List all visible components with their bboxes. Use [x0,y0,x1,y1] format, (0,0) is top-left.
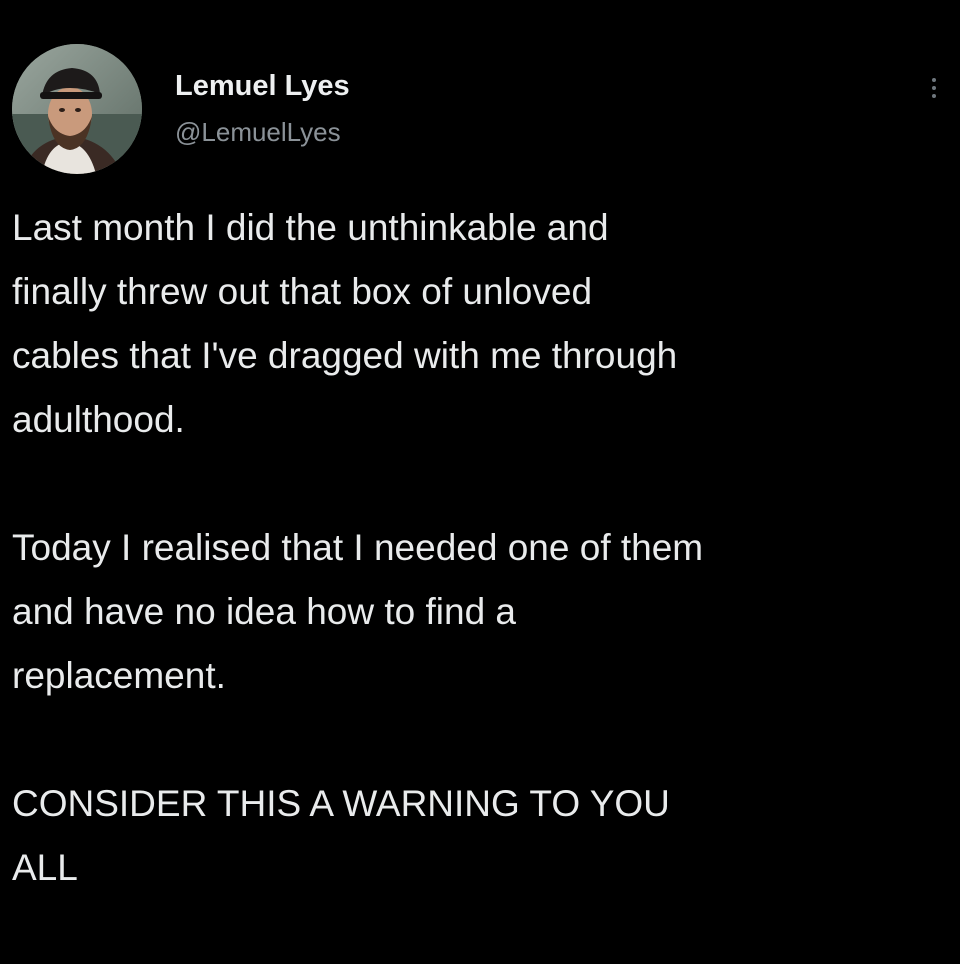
author-display-name[interactable]: Lemuel Lyes [175,68,350,104]
more-options-vertical-icon [932,78,936,82]
tweet-text-line: adulthood. [12,399,185,440]
tweet-card: Lemuel Lyes @LemuelLyes Last month I did… [0,0,960,960]
tweet-text-line: replacement. [12,655,226,696]
tweet-text-line: Today I realised that I needed one of th… [12,527,704,568]
tweet-text-line: cables that I've dragged with me through [12,335,678,376]
more-options-button[interactable] [922,70,946,106]
tweet-text-line: Last month I did the unthinkable and [12,207,609,248]
tweet-paragraph: Last month I did the unthinkable and fin… [12,196,958,452]
tweet-text-line: CONSIDER THIS A WARNING TO YOU [12,783,670,824]
more-options-dot [932,86,936,90]
tweet-paragraph: CONSIDER THIS A WARNING TO YOU ALL [12,772,958,900]
tweet-text-line: and have no idea how to find a [12,591,516,632]
tweet-text-line: finally threw out that box of unloved [12,271,593,312]
avatar-photo-icon [12,44,142,174]
avatar[interactable] [12,44,142,174]
more-options-dot [932,94,936,98]
tweet-body: Last month I did the unthinkable and fin… [12,196,958,964]
author-info: Lemuel Lyes @LemuelLyes [175,68,350,148]
author-handle[interactable]: @LemuelLyes [175,116,350,148]
tweet-paragraph: Today I realised that I needed one of th… [12,516,958,708]
tweet-header: Lemuel Lyes @LemuelLyes [12,44,952,180]
tweet-text-line: ALL [12,847,78,888]
